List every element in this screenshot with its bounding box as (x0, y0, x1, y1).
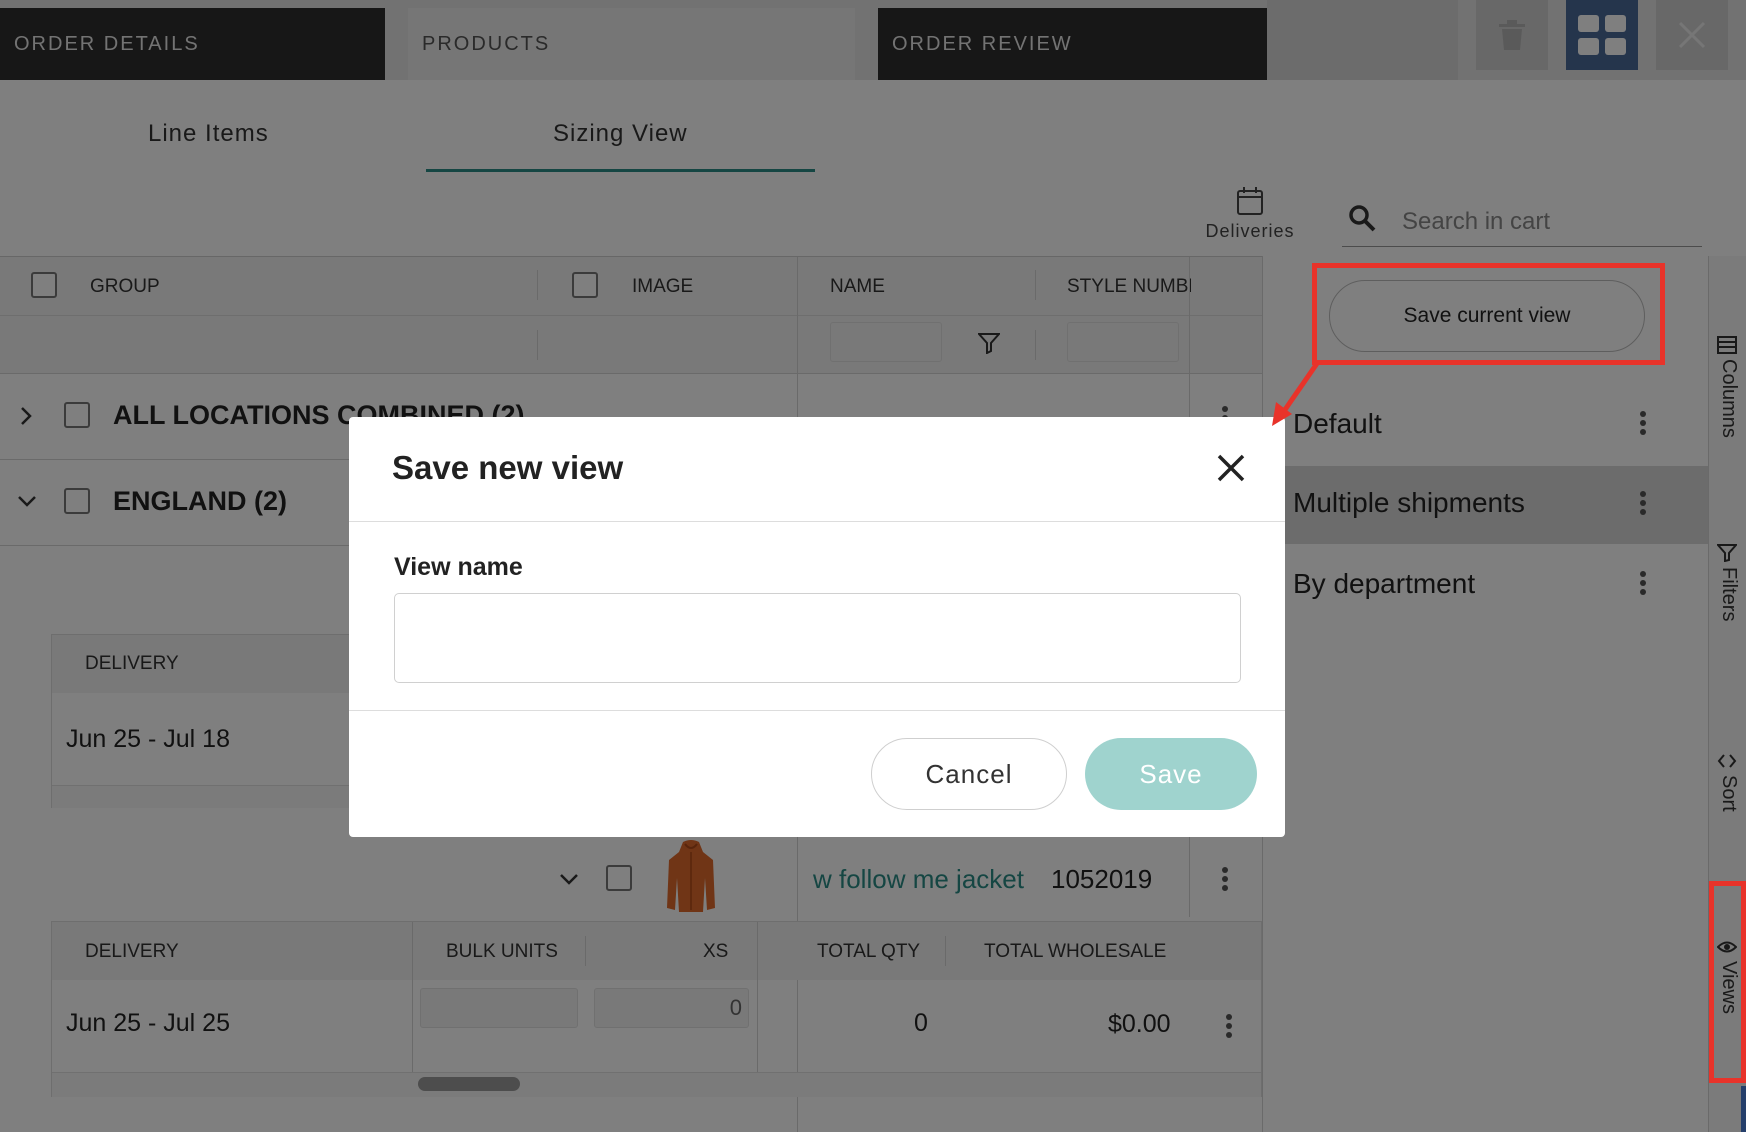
dialog-header-divider (349, 521, 1285, 522)
view-name-input[interactable] (394, 593, 1241, 683)
view-name-label: View name (394, 553, 523, 581)
dialog-footer-divider (349, 710, 1285, 711)
annotation-highlight-views-tab (1709, 881, 1746, 1083)
cancel-button[interactable]: Cancel (871, 738, 1067, 810)
annotation-arrow-icon (1272, 360, 1321, 426)
dialog-title: Save new view (392, 449, 624, 486)
close-icon[interactable] (1217, 454, 1245, 482)
save-button[interactable]: Save (1085, 738, 1257, 810)
save-view-dialog: Save new view View name Cancel Save (349, 417, 1285, 837)
annotation-highlight-save-current-view (1312, 263, 1665, 365)
